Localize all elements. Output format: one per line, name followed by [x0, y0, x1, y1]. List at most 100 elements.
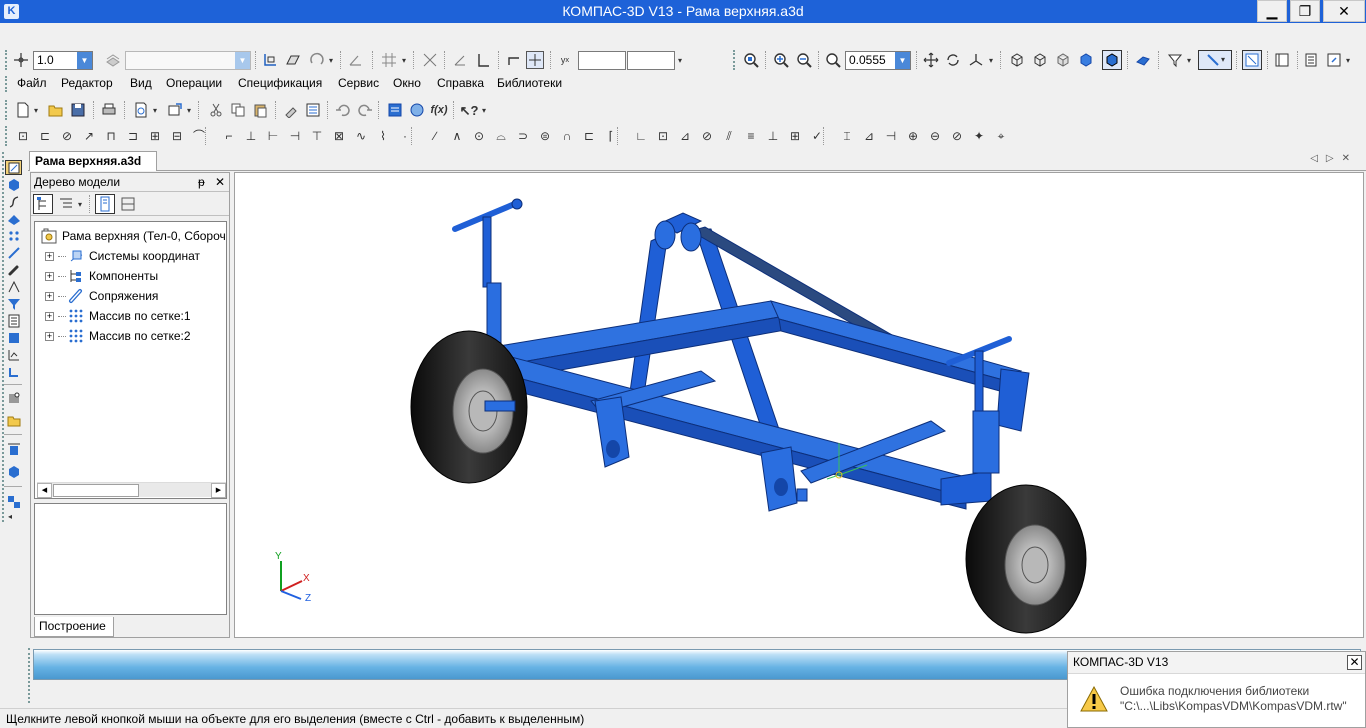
tree-node-grid-array-2[interactable]: + Массив по сетке:2 [45, 327, 191, 345]
progress-grip[interactable] [28, 648, 30, 703]
menu-service[interactable]: Сервис [338, 76, 379, 90]
move-component-icon[interactable] [5, 464, 22, 479]
zoom-in-icon[interactable] [772, 51, 790, 69]
grid-icon[interactable] [380, 51, 398, 69]
paste-icon[interactable] [251, 101, 269, 119]
manager-panel-icon[interactable] [386, 101, 404, 119]
break-tool-icon[interactable]: ✦ [970, 127, 988, 145]
scale-tool-icon[interactable]: ⊢ [264, 127, 282, 145]
pan-icon[interactable] [922, 51, 940, 69]
reports-icon[interactable] [5, 330, 22, 345]
menu-help[interactable]: Справка [437, 76, 484, 90]
dimension-line-icon[interactable]: ⊏ [36, 127, 54, 145]
tree-split-icon[interactable] [119, 195, 137, 213]
save-icon[interactable] [69, 101, 87, 119]
menu-view[interactable]: Вид [130, 76, 152, 90]
variables-icon[interactable]: f(x) [430, 101, 448, 119]
layers-icon[interactable] [104, 51, 122, 69]
expand-icon[interactable]: + [45, 331, 54, 341]
edit-mode-icon[interactable] [5, 160, 22, 175]
fill-tool-icon[interactable]: ⫽ [720, 127, 738, 145]
rect-tool-icon[interactable]: ∟ [632, 127, 650, 145]
tree-order-icon[interactable] [57, 195, 75, 213]
ortho-icon[interactable] [421, 51, 439, 69]
geometry-icon[interactable]: ⊡ [14, 127, 32, 145]
spatial-curves-icon[interactable] [5, 194, 22, 209]
tab-controls[interactable]: ◁▷✕ [1310, 153, 1358, 164]
selection-filters-icon[interactable] [5, 296, 22, 311]
offset-tool-icon[interactable]: ⊜ [536, 127, 554, 145]
mirror-tool-icon[interactable]: ⊥ [242, 127, 260, 145]
rough-tool-icon[interactable]: ⊞ [786, 127, 804, 145]
redo-icon[interactable] [356, 101, 374, 119]
local-cs-icon[interactable] [261, 51, 279, 69]
tree-view[interactable]: Рама верхняя (Тел-0, Сбороч + Системы ко… [34, 221, 227, 499]
restore-button[interactable]: ❐ [1290, 0, 1320, 22]
section-tool-icon[interactable]: ⊣ [882, 127, 900, 145]
tolerance-tool-icon[interactable]: ⊿ [860, 127, 878, 145]
wireframe-icon[interactable] [1008, 51, 1026, 69]
equidistant-tool-icon[interactable]: ⊿ [676, 127, 694, 145]
tangent-tool-icon[interactable]: ∩ [558, 127, 576, 145]
pin-icon[interactable]: ᵽ [198, 175, 205, 189]
tree-node-components[interactable]: + Компоненты [45, 267, 158, 285]
scroll-thumb[interactable] [53, 484, 139, 497]
scroll-left-button[interactable]: ◀ [37, 483, 52, 498]
circle-tool-icon[interactable]: ⊙ [470, 127, 488, 145]
selection-filter-icon[interactable]: ▾ [1198, 50, 1232, 70]
tree-node-coordinate-systems[interactable]: + Системы координат [45, 247, 200, 265]
toolbar-grip[interactable] [5, 100, 8, 120]
hatch2-tool-icon[interactable]: ⊘ [698, 127, 716, 145]
cs-arrow-icon[interactable] [474, 51, 492, 69]
tree-horizontal-scrollbar[interactable]: ◀ ▶ [37, 482, 226, 498]
preview-icon[interactable] [132, 101, 150, 119]
minimize-button[interactable]: ▁ [1257, 0, 1287, 22]
cut-icon[interactable] [207, 101, 225, 119]
expand-icon[interactable]: + [45, 251, 54, 261]
shaded-icon[interactable] [1077, 51, 1095, 69]
tools-icon[interactable] [5, 364, 22, 379]
rotate-view-icon[interactable] [944, 51, 962, 69]
mates-panel-icon[interactable] [5, 262, 22, 277]
tree-node-grid-array-1[interactable]: + Массив по сетке:1 [45, 307, 191, 325]
constraints-icon[interactable] [1242, 50, 1262, 70]
tree-node-mates[interactable]: + Сопряжения [45, 287, 158, 305]
new-document-icon[interactable] [14, 101, 32, 119]
tree-structure-icon[interactable] [33, 194, 53, 214]
menu-window[interactable]: Окно [393, 76, 421, 90]
rotate-icon[interactable] [308, 51, 326, 69]
round-icon[interactable] [505, 51, 523, 69]
menu-specification[interactable]: Спецификация [238, 76, 322, 90]
zoom-window-icon[interactable] [742, 51, 760, 69]
notification-close-button[interactable]: ✕ [1347, 655, 1362, 670]
document-tab[interactable]: Рама верхняя.a3d [29, 151, 157, 171]
tree-close-icon[interactable]: ✕ [215, 175, 225, 189]
measure-icon[interactable] [5, 347, 22, 362]
line-tool-icon[interactable]: ∕ [426, 127, 444, 145]
menu-operations[interactable]: Операции [166, 76, 222, 90]
bezier-tool-icon[interactable]: ⊏ [580, 127, 598, 145]
arc-tool-icon[interactable]: ↗ [80, 127, 98, 145]
model-viewport[interactable]: Y X Z [234, 172, 1364, 638]
hatch-icon[interactable]: ⊐ [124, 127, 142, 145]
curve-tool-icon[interactable]: ∿ [352, 127, 370, 145]
solid-ops-icon[interactable] [5, 177, 22, 192]
surfaces-icon[interactable] [5, 211, 22, 226]
library-icon[interactable] [1273, 51, 1291, 69]
arc3-tool-icon[interactable]: ⌓ [492, 127, 510, 145]
text-tool-icon[interactable]: ≡ [742, 127, 760, 145]
array-tool-icon[interactable]: ⊟ [168, 127, 186, 145]
zoom-scale-select[interactable]: 0.0555 ▼ [845, 51, 911, 70]
menu-edit[interactable]: Редактор [61, 76, 113, 90]
properties-list-icon[interactable] [304, 101, 322, 119]
style-select[interactable]: ▼ [125, 51, 251, 70]
undo-icon[interactable] [334, 101, 352, 119]
expand-icon[interactable]: + [45, 291, 54, 301]
center-tool-icon[interactable]: ⊘ [948, 127, 966, 145]
tree-view-mode-icon[interactable] [95, 194, 115, 214]
spline-tool-icon[interactable]: ⌇ [374, 127, 392, 145]
zoom-out-icon[interactable] [795, 51, 813, 69]
polyline-tool-icon[interactable]: ∧ [448, 127, 466, 145]
trim-tool-icon[interactable]: ⊣ [286, 127, 304, 145]
manager-icon[interactable] [1325, 51, 1343, 69]
